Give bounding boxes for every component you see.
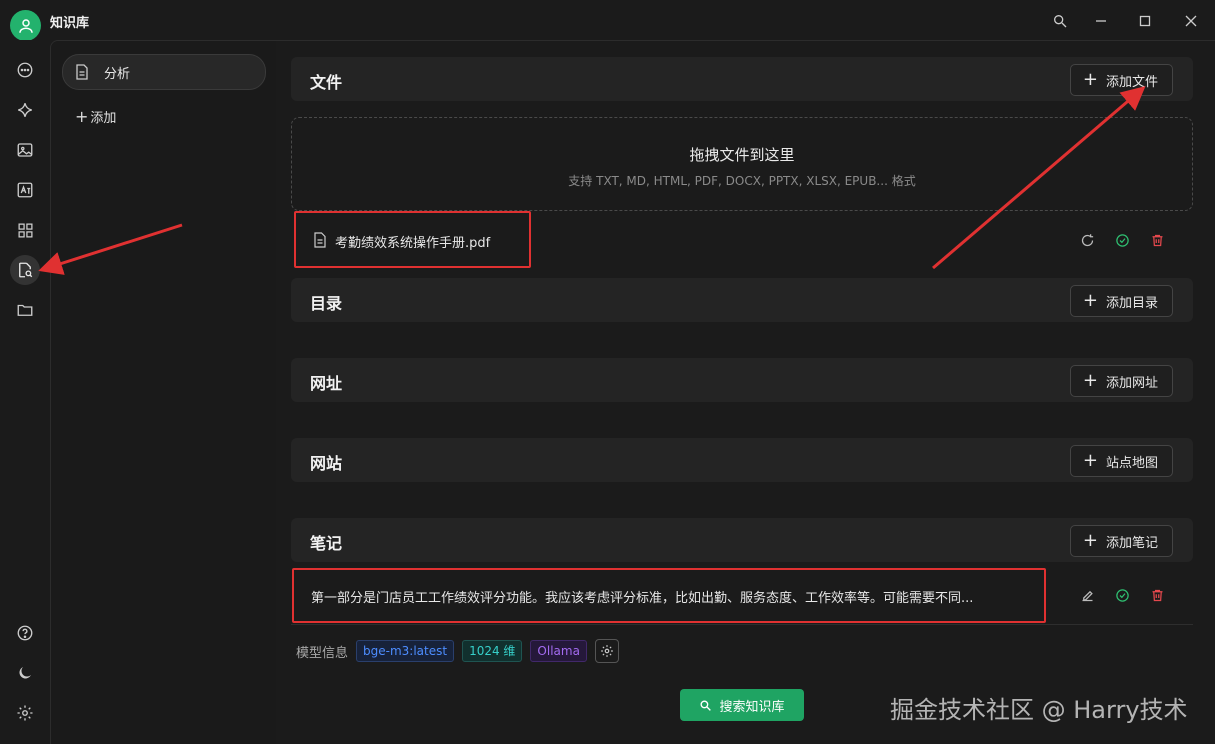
add-knowledge-base-button[interactable]: + 添加 <box>75 107 116 126</box>
model-info: 模型信息 bge-m3:latest 1024 维 Ollama <box>296 639 619 663</box>
dropzone-title: 拖拽文件到这里 <box>689 146 795 164</box>
watermark: 掘金技术社区 @ Harry技术 <box>890 696 1188 724</box>
window-title: 知识库 <box>50 16 90 31</box>
plus-icon: + <box>75 107 89 126</box>
image-icon[interactable] <box>10 135 40 165</box>
model-info-label: 模型信息 <box>296 645 349 661</box>
urls-section-header: 网址 + 添加网址 <box>291 358 1193 402</box>
directories-title: 目录 <box>310 294 343 313</box>
files-section-header: 文件 + 添加文件 <box>291 57 1193 101</box>
add-file-button[interactable]: + 添加文件 <box>1069 64 1173 96</box>
folder-icon[interactable] <box>10 295 40 325</box>
check-circle-icon <box>1115 588 1130 603</box>
knowledge-base-list: 分析 + 添加 <box>50 40 277 744</box>
file-highlight-box <box>294 211 531 268</box>
websites-section-header: 网站 + 站点地图 <box>291 438 1193 482</box>
kb-item-label: 分析 <box>104 66 131 82</box>
add-kb-label: 添加 <box>90 111 117 126</box>
urls-title: 网址 <box>310 374 343 393</box>
add-directory-button[interactable]: + 添加目录 <box>1069 285 1173 317</box>
search-icon[interactable] <box>1049 10 1071 32</box>
model-tag: bge-m3:latest <box>356 640 455 662</box>
add-directory-label: 添加目录 <box>1105 295 1158 311</box>
help-icon[interactable] <box>10 618 40 648</box>
icon-rail <box>0 40 50 743</box>
user-icon <box>18 18 33 33</box>
add-note-button[interactable]: + 添加笔记 <box>1069 525 1173 557</box>
model-settings-button[interactable] <box>594 639 619 663</box>
sparkle-icon[interactable] <box>10 95 40 125</box>
delete-icon[interactable] <box>1150 233 1165 248</box>
sitemap-label: 站点地图 <box>1105 455 1158 471</box>
title-bar: 知识库 <box>0 0 1215 41</box>
sitemap-button[interactable]: + 站点地图 <box>1069 445 1173 477</box>
plus-icon: + <box>1082 530 1098 551</box>
close-icon[interactable] <box>1180 10 1202 32</box>
search-knowledge-base-button[interactable]: 搜索知识库 <box>680 689 804 721</box>
add-file-label: 添加文件 <box>1105 74 1158 90</box>
edit-icon[interactable] <box>1080 588 1095 603</box>
directories-section-header: 目录 + 添加目录 <box>291 278 1193 322</box>
knowledge-base-icon[interactable] <box>10 255 40 285</box>
plus-icon: + <box>1082 69 1098 90</box>
chat-icon[interactable] <box>10 55 40 85</box>
document-icon <box>75 64 89 80</box>
delete-icon[interactable] <box>1150 588 1165 603</box>
maximize-icon[interactable] <box>1134 10 1156 32</box>
gear-icon <box>601 645 613 657</box>
search-icon <box>700 699 712 711</box>
add-url-button[interactable]: + 添加网址 <box>1069 365 1173 397</box>
moon-icon[interactable] <box>10 658 40 688</box>
settings-gear-icon[interactable] <box>10 698 40 728</box>
plus-icon: + <box>1082 290 1098 311</box>
add-note-label: 添加笔记 <box>1105 535 1158 551</box>
dropzone-subtitle: 支持 TXT, MD, HTML, PDF, DOCX, PPTX, XLSX,… <box>568 174 916 188</box>
apps-grid-icon[interactable] <box>10 215 40 245</box>
websites-title: 网站 <box>310 454 343 473</box>
note-highlight-box <box>292 568 1046 623</box>
file-actions <box>1060 233 1165 248</box>
note-actions <box>1060 588 1165 603</box>
knowledge-base-content: 文件 + 添加文件 拖拽文件到这里 支持 TXT, MD, HTML, PDF,… <box>276 40 1215 744</box>
plus-icon: + <box>1082 370 1098 391</box>
notes-section-header: 笔记 + 添加笔记 <box>291 518 1193 562</box>
search-button-label: 搜索知识库 <box>719 699 785 715</box>
files-title: 文件 <box>310 73 343 92</box>
add-url-label: 添加网址 <box>1105 375 1158 391</box>
plus-icon: + <box>1082 450 1098 471</box>
user-avatar[interactable] <box>10 10 41 41</box>
check-circle-icon <box>1115 233 1130 248</box>
dimensions-tag: 1024 维 <box>462 640 523 662</box>
translate-icon[interactable] <box>10 175 40 205</box>
refresh-icon[interactable] <box>1080 233 1095 248</box>
kb-item-analysis[interactable]: 分析 <box>62 54 266 90</box>
provider-tag: Ollama <box>530 640 587 662</box>
notes-title: 笔记 <box>310 534 343 553</box>
file-dropzone[interactable]: 拖拽文件到这里 支持 TXT, MD, HTML, PDF, DOCX, PPT… <box>291 117 1193 211</box>
minimize-icon[interactable] <box>1090 10 1112 32</box>
